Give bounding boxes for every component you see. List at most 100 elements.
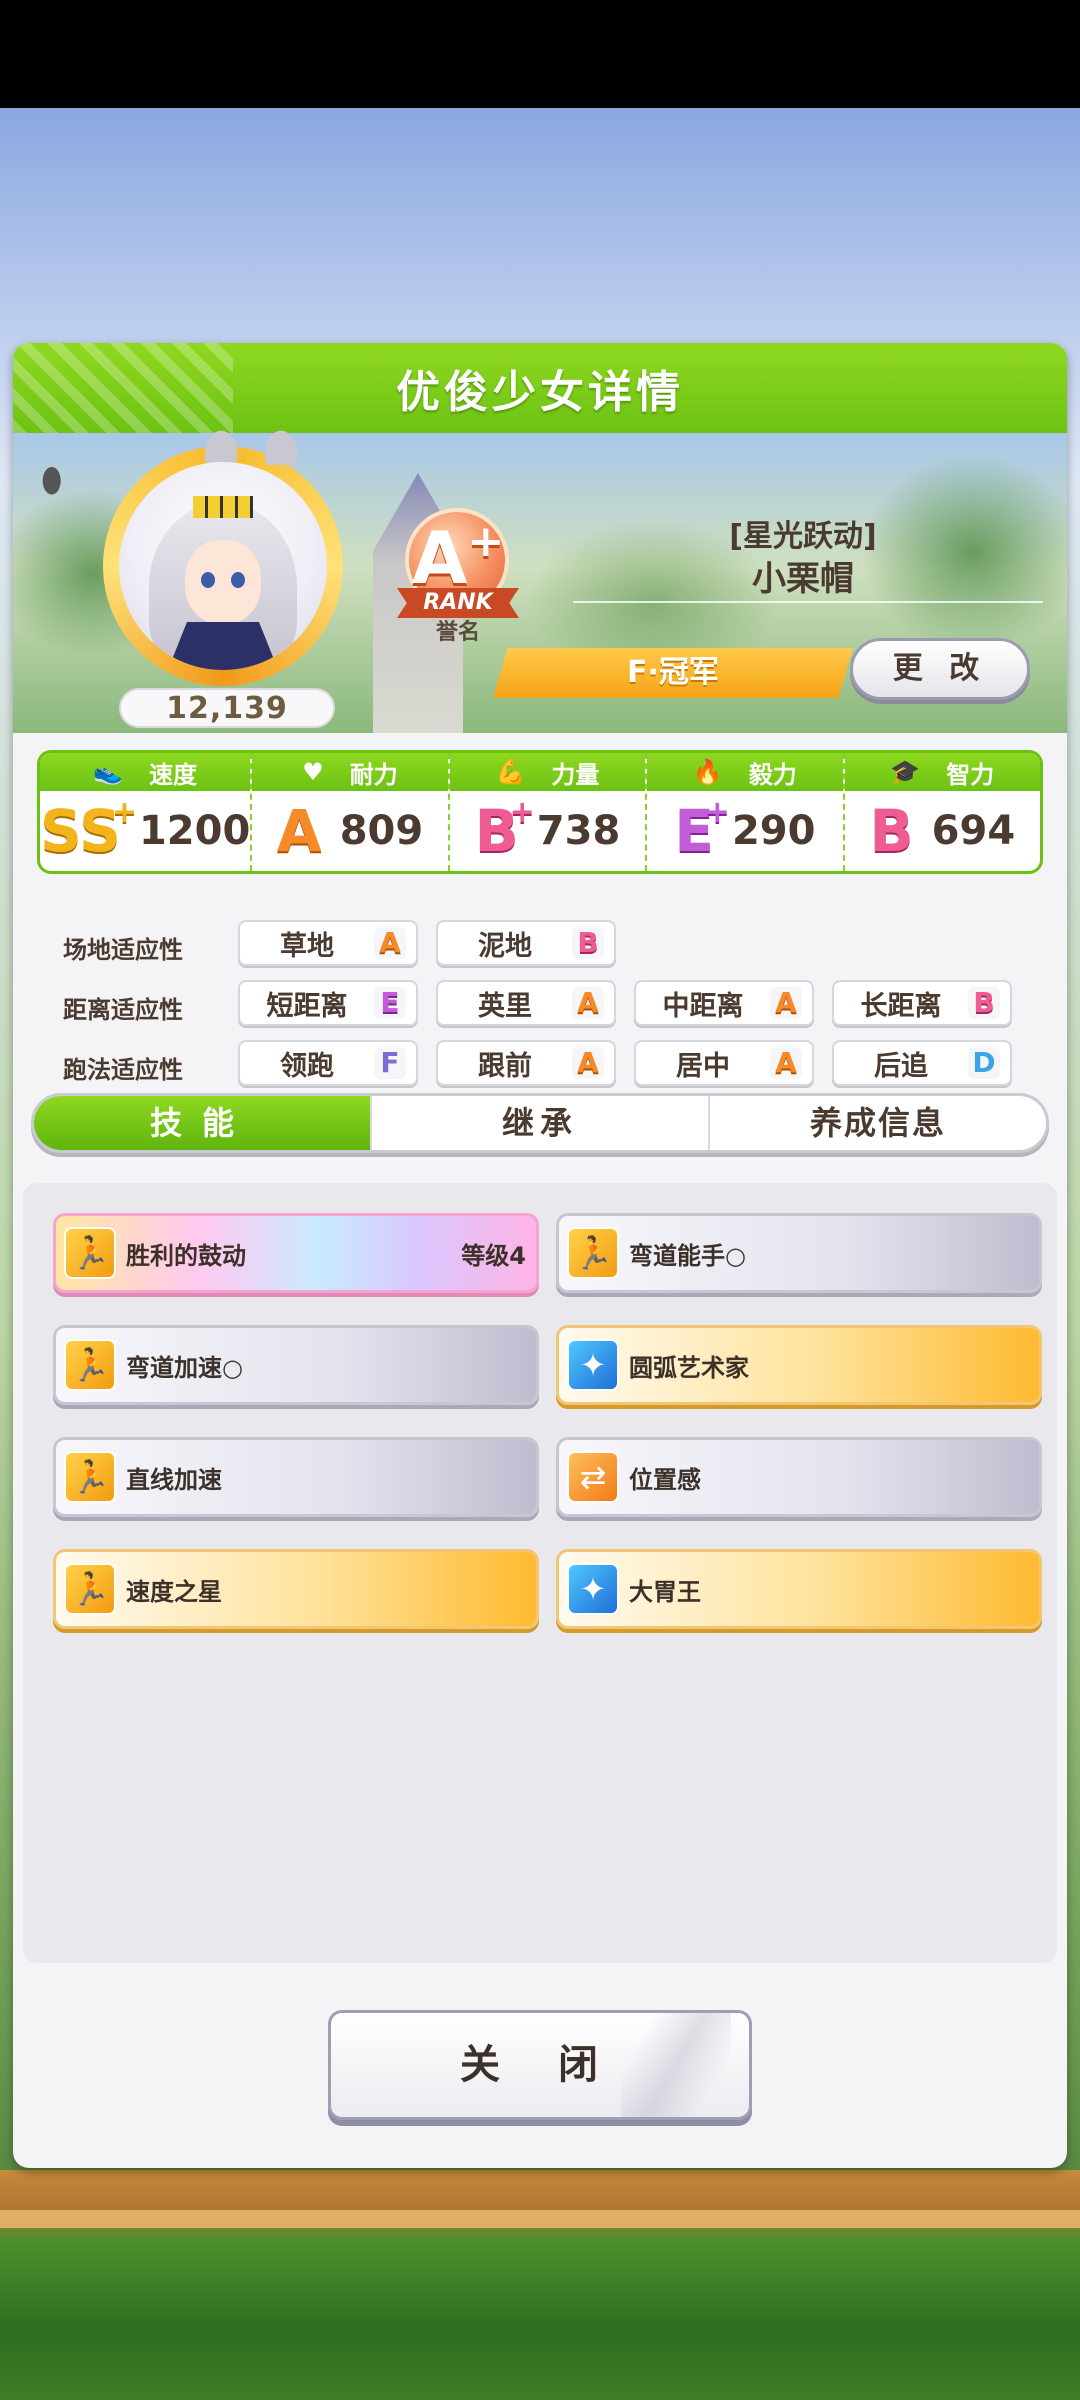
aptitude-grade: A xyxy=(374,927,406,959)
aptitude-distance-0: 短距离 E xyxy=(238,980,418,1026)
stat-grade: B + xyxy=(474,795,535,865)
stat-label: 智力 xyxy=(946,760,995,789)
skills-list: 🏃 胜利的鼓动 等级4 🏃 弯道能手○ 🏃 弯道加速○ ✦ 圆弧艺术家 🏃 直线加速 ⇄ 位置感 🏃 速度之… xyxy=(23,1183,1057,1963)
close-button-label: 关 闭 xyxy=(460,2042,620,2088)
aptitude-track-0: 草地 A xyxy=(238,920,418,966)
umamusume-detail-panel: 优俊少女详情 ⬮ 12,139 A+ RANK 誉名 [星光跃动] 小栗帽 F·… xyxy=(13,343,1067,2168)
aptitude-grade: A xyxy=(572,1047,604,1079)
portrait-eye-left xyxy=(201,572,215,588)
skill-level: 等级4 xyxy=(461,1241,526,1270)
aptitude-grade: D xyxy=(968,1047,1000,1079)
stat-3: 🔥 毅力 E +290 xyxy=(647,753,845,871)
stat-value: 738 xyxy=(536,808,621,854)
speed-icon: 🏃 xyxy=(64,1451,116,1503)
stat-header: 🎓 智力 xyxy=(844,753,1040,791)
character-title: F·冠军 xyxy=(493,648,853,698)
stat-grade-plus: + xyxy=(509,795,535,830)
close-button[interactable]: 关 闭 xyxy=(328,2010,752,2120)
aptitude-grade: B xyxy=(968,987,1000,1019)
skill-name: 大胃王 xyxy=(629,1577,701,1606)
stat-header: ♥ 耐力 xyxy=(252,753,448,791)
pin-icon[interactable]: ⬮ xyxy=(41,461,71,505)
stat-grade: SS + xyxy=(40,795,137,865)
racetrack-rail xyxy=(0,2210,1080,2228)
skill-item[interactable]: ⇄ 位置感 xyxy=(556,1437,1042,1517)
skill-name: 位置感 xyxy=(629,1465,701,1494)
status-bar xyxy=(0,0,1080,108)
aptitude-name: 长距离 xyxy=(860,990,942,1022)
aptitude-name: 跟前 xyxy=(478,1050,532,1082)
tab-0[interactable]: 技能 xyxy=(34,1096,372,1150)
rank-grade-plus: + xyxy=(467,516,505,567)
aptitude-track-1: 泥地 B xyxy=(436,920,616,966)
rank-caption: 誉名 xyxy=(435,620,480,645)
aptitude-distance-1: 英里 A xyxy=(436,980,616,1026)
stat-header: 🔥 毅力 xyxy=(647,753,843,791)
panel-header: 优俊少女详情 xyxy=(13,343,1067,433)
stat-label: 速度 xyxy=(149,760,198,789)
fan-count: 12,139 xyxy=(119,688,335,728)
stat-value: 694 xyxy=(931,808,1016,854)
skill-name: 弯道加速○ xyxy=(126,1353,243,1382)
aptitude-label-track: 场地适应性 xyxy=(63,936,183,964)
aptitude-grade: A xyxy=(572,987,604,1019)
close-button-sheen xyxy=(621,2013,731,2117)
aptitude-distance-2: 中距离 A xyxy=(634,980,814,1026)
character-portrait[interactable] xyxy=(119,462,327,670)
portrait-face xyxy=(185,540,261,624)
aptitude-grade: A xyxy=(770,987,802,1019)
heart-icon: ♥ xyxy=(302,758,324,786)
change-title-button[interactable]: 更 改 xyxy=(850,638,1030,700)
aptitude-name: 中距离 xyxy=(662,990,744,1022)
aptitude-name: 短距离 xyxy=(266,990,348,1022)
stat-label: 力量 xyxy=(551,760,600,789)
portrait-eye-right xyxy=(231,572,245,588)
speed-icon: 🏃 xyxy=(64,1227,116,1279)
aptitude-distance-3: 长距离 B xyxy=(832,980,1012,1026)
stat-grade: B xyxy=(869,797,914,865)
aptitude-grade: A xyxy=(770,1047,802,1079)
skill-item[interactable]: 🏃 胜利的鼓动 等级4 xyxy=(53,1213,539,1293)
aptitude-strategy-1: 跟前 A xyxy=(436,1040,616,1086)
stat-grade-plus: + xyxy=(704,795,730,830)
aptitude-strategy-2: 居中 A xyxy=(634,1040,814,1086)
skill-item[interactable]: ✦ 大胃王 xyxy=(556,1549,1042,1629)
stat-value: 290 xyxy=(731,808,816,854)
header-pattern xyxy=(13,343,233,433)
muscle-icon: 💪 xyxy=(495,758,526,786)
name-divider xyxy=(573,601,1043,603)
rank-grade: A+ xyxy=(393,516,523,600)
flame-icon: 🔥 xyxy=(692,758,723,786)
horse-ears xyxy=(191,425,311,465)
aptitude-name: 泥地 xyxy=(478,930,532,962)
aptitude-grade: B xyxy=(572,927,604,959)
panel-title: 优俊少女详情 xyxy=(396,367,684,418)
aptitude-label-distance: 距离适应性 xyxy=(63,996,183,1024)
rank-grade-letter: A xyxy=(411,516,468,600)
tab-2[interactable]: 养成信息 xyxy=(710,1096,1046,1150)
skill-item[interactable]: ✦ 圆弧艺术家 xyxy=(556,1325,1042,1405)
stat-body: SS +1200 xyxy=(40,791,250,871)
tab-1[interactable]: 继承 xyxy=(372,1096,710,1150)
aptitude-grade: F xyxy=(374,1047,406,1079)
skill-name: 速度之星 xyxy=(126,1577,222,1606)
position-icon: ⇄ xyxy=(567,1451,619,1503)
speed-icon: 🏃 xyxy=(64,1339,116,1391)
aptitude-name: 领跑 xyxy=(280,1050,334,1082)
skill-name: 圆弧艺术家 xyxy=(629,1353,749,1382)
stat-value: 809 xyxy=(339,808,424,854)
racetrack-background xyxy=(0,2170,1080,2400)
skill-item[interactable]: 🏃 弯道能手○ xyxy=(556,1213,1042,1293)
skill-item[interactable]: 🏃 速度之星 xyxy=(53,1549,539,1629)
skill-item[interactable]: 🏃 直线加速 xyxy=(53,1437,539,1517)
stat-value: 1200 xyxy=(138,808,251,854)
aptitude-strategy-0: 领跑 F xyxy=(238,1040,418,1086)
detail-tabs: 技能 继承 养成信息 xyxy=(31,1093,1049,1153)
stat-grade: A xyxy=(276,797,322,865)
stat-label: 毅力 xyxy=(748,760,797,789)
skill-item[interactable]: 🏃 弯道加速○ xyxy=(53,1325,539,1405)
character-name: 小栗帽 xyxy=(752,559,854,599)
aptitude-name: 英里 xyxy=(478,990,532,1022)
recovery-icon: ✦ xyxy=(567,1339,619,1391)
recovery-icon: ✦ xyxy=(567,1563,619,1615)
